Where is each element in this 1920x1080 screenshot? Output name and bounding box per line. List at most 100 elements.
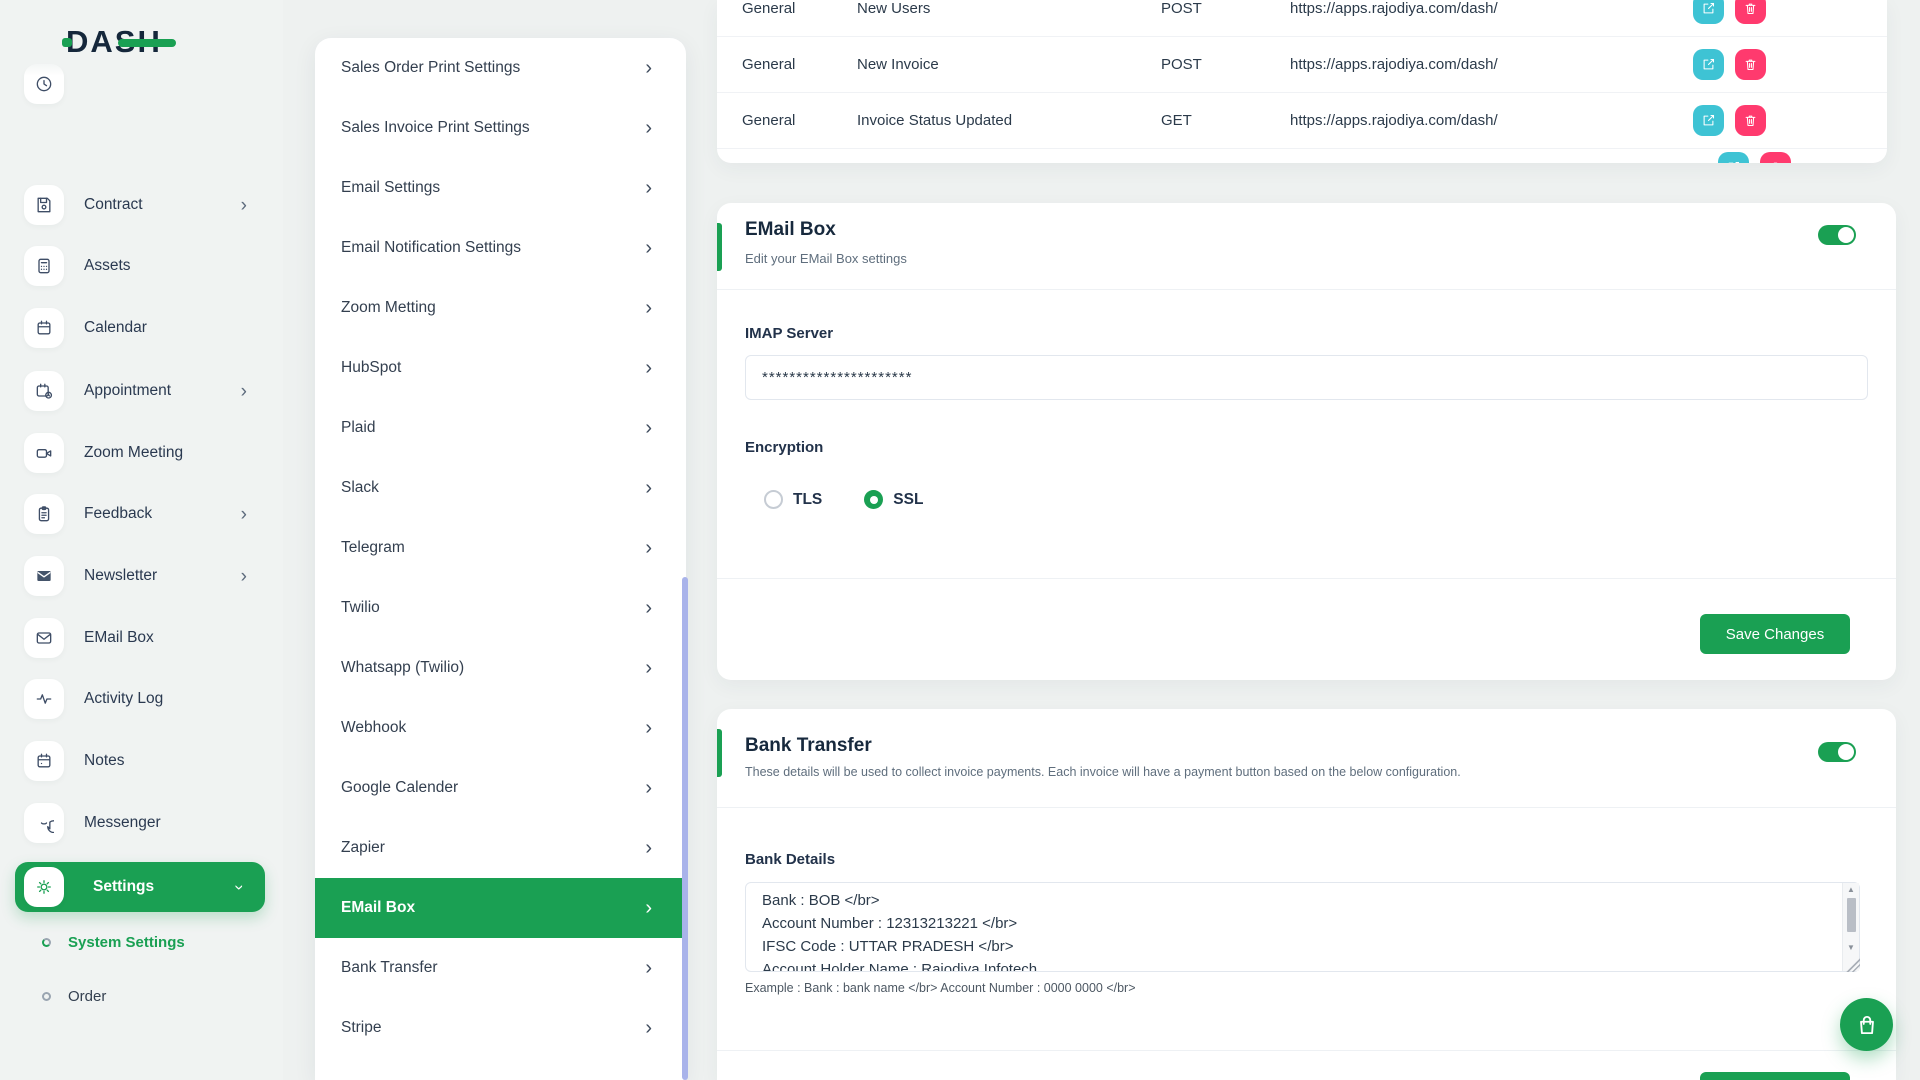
sidebar-item-messenger[interactable]: Messenger [0, 802, 283, 844]
settings-menu-item-paypal[interactable]: Paypal› [315, 1058, 686, 1080]
email-box-card-header: EMail Box Edit your EMail Box settings [717, 203, 1896, 290]
sidebar-item-label: Zoom Meeting [84, 444, 183, 462]
save-changes-button-partial[interactable]: Save Changes [1700, 1072, 1850, 1080]
settings-menu-item-email-settings[interactable]: Email Settings› [315, 158, 686, 218]
gear-icon [24, 867, 64, 907]
webhook-table-card: General New Users POST https://apps.rajo… [717, 0, 1887, 163]
toggle-knob [1838, 227, 1854, 243]
sidebar-item-label: Newsletter [84, 567, 157, 585]
sidebar-item-newsletter[interactable]: Newsletter › [0, 555, 283, 597]
sidebar-item-label: EMail Box [84, 629, 154, 647]
radio-ssl[interactable]: SSL [864, 490, 923, 509]
radio-tls[interactable]: TLS [764, 490, 822, 509]
settings-menu-item-whatsapp[interactable]: Whatsapp (Twilio)› [315, 638, 686, 698]
bullet-icon [42, 938, 51, 947]
bank-details-label: Bank Details [745, 851, 835, 868]
resize-handle[interactable] [1845, 957, 1860, 972]
subnav-label: Order [68, 988, 106, 1005]
settings-menu-item-plaid[interactable]: Plaid› [315, 398, 686, 458]
bank-transfer-card: Bank Transfer These details will be used… [717, 709, 1896, 1080]
sidebar-item-activity-log[interactable]: Activity Log [0, 678, 283, 720]
accent-bar [717, 729, 722, 777]
scrollbar-thumb[interactable] [1847, 898, 1856, 932]
delete-button[interactable] [1735, 49, 1766, 80]
table-row: General New Users POST https://apps.rajo… [717, 0, 1887, 37]
settings-menu-item-zoom-meeting[interactable]: Zoom Metting› [315, 278, 686, 338]
toggle-knob [1838, 744, 1854, 760]
edit-button[interactable] [1718, 152, 1749, 163]
settings-menu-item-email-notification[interactable]: Email Notification Settings› [315, 218, 686, 278]
table-row: General New Invoice POST https://apps.ra… [717, 37, 1887, 93]
sidebar-item-zoom-meeting[interactable]: Zoom Meeting [0, 432, 283, 474]
settings-menu-item-bank-transfer[interactable]: Bank Transfer› [315, 938, 686, 998]
chevron-right-icon: › [645, 118, 652, 138]
bank-details-textarea[interactable]: Bank : BOB </br> Account Number : 123132… [745, 882, 1860, 972]
cell-category: General [717, 56, 857, 73]
scroll-up-icon[interactable]: ▲ [1847, 883, 1855, 897]
cell-name: Invoice Status Updated [857, 112, 1161, 129]
chevron-right-icon: › [645, 838, 652, 858]
sidebar-item-calendar[interactable]: Calendar [0, 307, 283, 349]
settings-menu-item-slack[interactable]: Slack› [315, 458, 686, 518]
delete-button[interactable] [1760, 152, 1791, 163]
settings-menu-item-google-calendar[interactable]: Google Calender› [315, 758, 686, 818]
settings-menu-item-webhook[interactable]: Webhook› [315, 698, 686, 758]
cell-name: New Users [857, 0, 1161, 17]
table-row: General Invoice Status Updated GET https… [717, 93, 1887, 149]
settings-menu-item-stripe[interactable]: Stripe› [315, 998, 686, 1058]
activity-pulse-icon [24, 679, 64, 719]
cell-category: General [717, 112, 857, 129]
sidebar-subitem-order[interactable]: Order [0, 982, 283, 1010]
save-changes-button[interactable]: Save Changes [1700, 614, 1850, 654]
chevron-right-icon: › [645, 418, 652, 438]
cell-url: https://apps.rajodiya.com/dash/ [1290, 0, 1693, 17]
sidebar-item-feedback[interactable]: Feedback › [0, 493, 283, 535]
sidebar-item-notes[interactable]: Notes [0, 740, 283, 782]
sidebar-item-label: Notes [84, 752, 125, 770]
chevron-right-icon: › [645, 358, 652, 378]
settings-menu-item-telegram[interactable]: Telegram› [315, 518, 686, 578]
settings-menu-item-hubspot[interactable]: HubSpot› [315, 338, 686, 398]
sidebar-item-email-box[interactable]: EMail Box [0, 617, 283, 659]
card-title: EMail Box [745, 219, 836, 241]
sidebar-subitem-system-settings[interactable]: System Settings [0, 928, 283, 956]
edit-button[interactable] [1693, 105, 1724, 136]
scroll-down-icon[interactable]: ▼ [1847, 941, 1855, 955]
calendar-icon [24, 308, 64, 348]
submenu-scrollbar-thumb[interactable] [682, 577, 688, 1080]
bank-transfer-card-header: Bank Transfer These details will be used… [717, 709, 1896, 808]
chevron-right-icon: › [241, 505, 247, 524]
notes-icon [24, 741, 64, 781]
sidebar-item-contract[interactable]: Contract › [0, 184, 283, 226]
imap-server-input[interactable] [745, 355, 1868, 400]
sidebar-item-appointment[interactable]: Appointment › [0, 370, 283, 412]
radio-circle[interactable] [764, 490, 783, 509]
settings-menu-item-sales-order-print[interactable]: Sales Order Print Settings› [315, 38, 686, 98]
encryption-label: Encryption [745, 439, 823, 456]
chevron-right-icon: › [645, 478, 652, 498]
settings-menu-item-email-box[interactable]: EMail Box› [315, 878, 686, 938]
settings-menu-item-zapier[interactable]: Zapier› [315, 818, 686, 878]
delete-button[interactable] [1735, 105, 1766, 136]
settings-menu-item-twilio[interactable]: Twilio› [315, 578, 686, 638]
email-box-toggle[interactable] [1818, 225, 1856, 245]
video-camera-icon [24, 433, 64, 473]
bank-transfer-toggle[interactable] [1818, 742, 1856, 762]
floating-cart-button[interactable] [1840, 998, 1893, 1051]
edit-button[interactable] [1693, 49, 1724, 80]
settings-menu-item-sales-invoice-print[interactable]: Sales Invoice Print Settings› [315, 98, 686, 158]
table-row-partial [717, 149, 1887, 163]
cell-url: https://apps.rajodiya.com/dash/ [1290, 56, 1693, 73]
chevron-right-icon: › [645, 298, 652, 318]
edit-button[interactable] [1693, 0, 1724, 24]
sidebar-item-settings[interactable]: Settings › [15, 862, 265, 912]
delete-button[interactable] [1735, 0, 1766, 24]
sidebar-item-label: Messenger [84, 814, 161, 832]
bank-details-helper-text: Example : Bank : bank name </br> Account… [745, 981, 1136, 995]
sidebar-item-assets[interactable]: Assets [0, 245, 283, 287]
subnav-label: System Settings [68, 934, 185, 951]
sidebar-item-label: Calendar [84, 319, 147, 337]
chevron-right-icon: › [645, 238, 652, 258]
radio-circle-checked[interactable] [864, 490, 883, 509]
brand-logo[interactable]: DASH [66, 22, 162, 62]
